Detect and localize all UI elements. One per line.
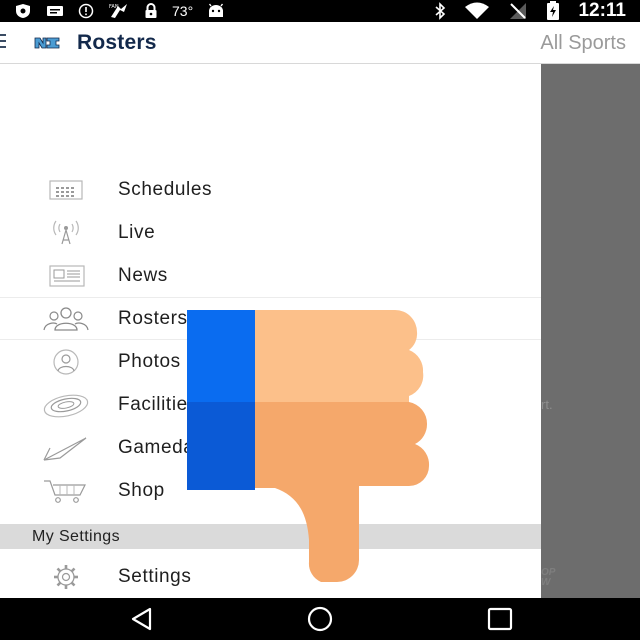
- home-icon[interactable]: [306, 606, 334, 632]
- thumbs-down-cuff: [187, 310, 255, 402]
- alert-icon: [78, 3, 94, 19]
- drawer-item-schedules[interactable]: Schedules: [0, 168, 541, 211]
- wifi-icon: [464, 2, 490, 20]
- drawer-item-news[interactable]: News: [0, 254, 541, 297]
- drawer-item-label: Rosters: [118, 307, 188, 329]
- drawer-item-label: News: [118, 264, 168, 286]
- system-nav-bar: [0, 598, 640, 640]
- drawer-item-label: Settings: [118, 565, 192, 587]
- shield-icon: [14, 3, 32, 19]
- drawer-item-label: Facilities: [118, 393, 198, 415]
- thumbs-down-thumb: [255, 402, 430, 582]
- thumbs-down-hand: [255, 310, 424, 402]
- drawer-item-label: Shop: [118, 479, 165, 501]
- back-icon[interactable]: [128, 606, 156, 632]
- svg-text:FAN: FAN: [109, 4, 119, 10]
- fantasy-icon: FAN: [108, 2, 130, 20]
- hamburger-menu-icon[interactable]: [0, 34, 6, 52]
- people-icon: [40, 304, 92, 334]
- background-text-fragment: rt.: [541, 397, 553, 412]
- stadium-icon: [40, 390, 92, 420]
- photo-person-icon: [40, 347, 92, 377]
- drawer-item-label: Live: [118, 221, 156, 243]
- drawer-item-live[interactable]: Live: [0, 211, 541, 254]
- temperature-text: 73°: [172, 3, 194, 19]
- pennant-icon: [40, 433, 92, 463]
- status-bar: FAN 73° 12:11: [0, 0, 640, 22]
- bluetooth-icon: [434, 2, 446, 20]
- android-icon: [207, 3, 225, 19]
- calendar-icon: [40, 175, 92, 205]
- recents-icon[interactable]: [486, 606, 514, 632]
- thumbs-down-cuff-shadow: [187, 402, 255, 490]
- gear-icon: [40, 562, 92, 592]
- message-icon: [46, 4, 64, 18]
- shopping-cart-icon: [40, 476, 92, 506]
- page-title: Rosters: [77, 31, 157, 54]
- drawer-item-label: Photos: [118, 350, 181, 372]
- background-text-fragment-2: OP W: [541, 567, 556, 588]
- broadcast-antenna-icon: [40, 218, 92, 248]
- thumbs-down-icon: [187, 310, 430, 582]
- clock-text: 12:11: [578, 0, 626, 21]
- app-bar: Rosters All Sports: [0, 22, 640, 64]
- signal-icon: [508, 2, 528, 20]
- section-header-label: My Settings: [32, 527, 120, 545]
- drawer-item-label: Schedules: [118, 178, 213, 200]
- battery-icon: [546, 1, 560, 21]
- newspaper-icon: [40, 261, 92, 291]
- all-sports-button[interactable]: All Sports: [540, 32, 626, 55]
- dimmed-content-scrim[interactable]: [541, 64, 640, 598]
- lock-icon: [144, 3, 158, 19]
- unc-logo-icon: [34, 36, 60, 50]
